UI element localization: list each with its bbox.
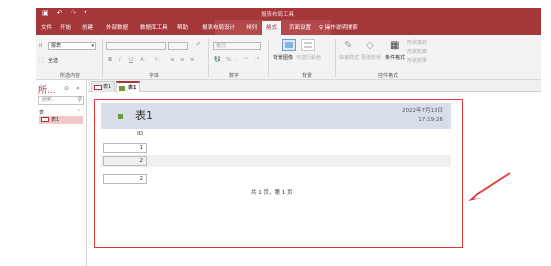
quick-styles-icon[interactable]: ✎ [344, 40, 352, 51]
tab-format[interactable]: 格式 [262, 21, 282, 35]
object-list-icon: ⁞⁞ [39, 43, 43, 49]
nav-menu-icon[interactable]: ⊙ [64, 85, 69, 92]
title-bar: ▣ ↶ ↷ ▾ 报表布局工具 [36, 8, 541, 20]
change-shape-button[interactable]: 更改形状 [361, 54, 381, 61]
italic-button[interactable]: I [119, 57, 121, 63]
highlight-color-icon[interactable]: ⚐· [154, 57, 161, 63]
background-image-label: 背景图像 [273, 55, 294, 61]
group-label-font: 字体 [149, 73, 160, 79]
comma-style-icon[interactable]: , [236, 57, 238, 63]
tell-me-search[interactable]: ♀ 操作说明搜索 [319, 23, 358, 31]
object-selector[interactable]: 报表 ▾ [48, 42, 96, 50]
group-label-background: 背景 [302, 73, 313, 79]
collapse-group-icon: ⌃ [76, 109, 81, 115]
customize-icon[interactable]: ▾ [84, 9, 86, 17]
tab-report-layout-design[interactable]: 报表布局设计 [202, 23, 235, 31]
number-format-combo[interactable]: 格式 [213, 42, 261, 50]
redo-icon[interactable]: ↷ [71, 9, 77, 17]
rows-icon [304, 42, 312, 48]
align-center-icon[interactable]: ≡ [180, 57, 185, 63]
underline-button[interactable]: U [129, 57, 133, 63]
tab-database-tools[interactable]: 数据库工具 [140, 23, 168, 31]
group-label-selection: 所选内容 [60, 73, 81, 79]
table-icon [41, 117, 49, 122]
navigation-pane: 所... ⊙ « 搜索... ⚲ 表 ⌃ 表1 [36, 80, 87, 266]
tab-help[interactable]: 帮助 [177, 23, 188, 31]
change-shape-icon[interactable]: ◇ [366, 40, 374, 51]
bold-button[interactable]: B [108, 57, 112, 63]
group-label-control-format: 控件格式 [378, 73, 399, 79]
table-icon [94, 85, 102, 90]
ribbon-format: ⁞⁞ 报表 ▾ ⬚ 全选 所选内容 ✐ B I U A· ⚐· ≡ ≡ ≡ 字体… [36, 35, 541, 80]
quick-access-toolbar: ▣ ↶ ↷ ▾ [42, 9, 86, 17]
highlight-annotation [94, 99, 463, 248]
chevron-down-icon: ▾ [91, 43, 94, 49]
font-color-icon[interactable]: A· [140, 57, 146, 63]
tab-arrange[interactable]: 排列 [246, 23, 257, 31]
tab-create[interactable]: 创建 [82, 23, 93, 31]
decrease-decimal-icon[interactable]: ⁻⁰ [254, 57, 259, 63]
nav-pane-title[interactable]: 所... [38, 83, 56, 96]
tab-file[interactable]: 文件 [41, 23, 52, 31]
format-painter-icon[interactable]: ✐ [196, 42, 201, 48]
select-all-button[interactable]: 全选 [48, 57, 58, 64]
context-title: 报表布局工具 [261, 12, 295, 18]
increase-decimal-icon[interactable]: ⁺⁰ [243, 57, 248, 63]
align-right-icon[interactable]: ≡ [190, 57, 195, 63]
group-divider [268, 39, 269, 77]
document-tabs: 表1 表1 [88, 80, 541, 92]
tab-page-setup[interactable]: 页面设置 [289, 23, 311, 31]
arrow-annotation-icon [468, 172, 511, 201]
group-label-number: 数字 [229, 73, 240, 79]
currency-icon[interactable]: 💱 [214, 57, 221, 63]
nav-search-input[interactable]: 搜索... ⚲ [38, 96, 84, 105]
group-divider [335, 39, 336, 77]
quick-styles-button[interactable]: 快速样式 [339, 54, 359, 61]
align-left-icon[interactable]: ≡ [170, 57, 175, 63]
doc-tab-table1[interactable]: 表1 [91, 81, 116, 92]
nav-group-tables[interactable]: 表 ⌃ [39, 109, 83, 116]
search-icon: ⚲ [77, 96, 82, 103]
undo-icon[interactable]: ↶ [57, 9, 63, 17]
background-image-button[interactable] [282, 39, 296, 51]
font-size-combo[interactable] [168, 42, 188, 50]
shape-fill-button[interactable]: 形状填充 [407, 39, 427, 46]
conditional-format-button[interactable]: 条件格式 [385, 54, 405, 61]
percent-button[interactable]: % [226, 57, 231, 63]
nav-item-table1[interactable]: 表1 [39, 116, 83, 124]
doc-tab-report-table1[interactable]: 表1 [116, 81, 141, 92]
lightbulb-icon: ♀ [319, 25, 324, 31]
alternate-row-color-label: 可选行颜色 [296, 55, 322, 61]
report-icon [119, 86, 125, 91]
image-icon [285, 42, 293, 48]
shape-effects-button[interactable]: 形状效果 [407, 57, 427, 64]
font-name-combo[interactable] [106, 42, 166, 50]
group-divider [102, 39, 103, 77]
ribbon-tabs: 文件 开始 创建 外部数据 数据库工具 帮助 报表布局设计 排列 格式 页面设置… [36, 20, 541, 35]
collapse-icon[interactable]: « [76, 85, 80, 92]
alternate-row-color-button[interactable] [301, 39, 315, 51]
shape-outline-button[interactable]: 形状轮廓 [407, 48, 427, 55]
select-all-icon: ⬚ [39, 57, 45, 63]
conditional-format-icon[interactable]: ▦ [390, 40, 399, 51]
group-divider [208, 39, 209, 77]
tab-external-data[interactable]: 外部数据 [106, 23, 128, 31]
save-icon[interactable]: ▣ [42, 9, 49, 17]
tab-home[interactable]: 开始 [60, 23, 71, 31]
